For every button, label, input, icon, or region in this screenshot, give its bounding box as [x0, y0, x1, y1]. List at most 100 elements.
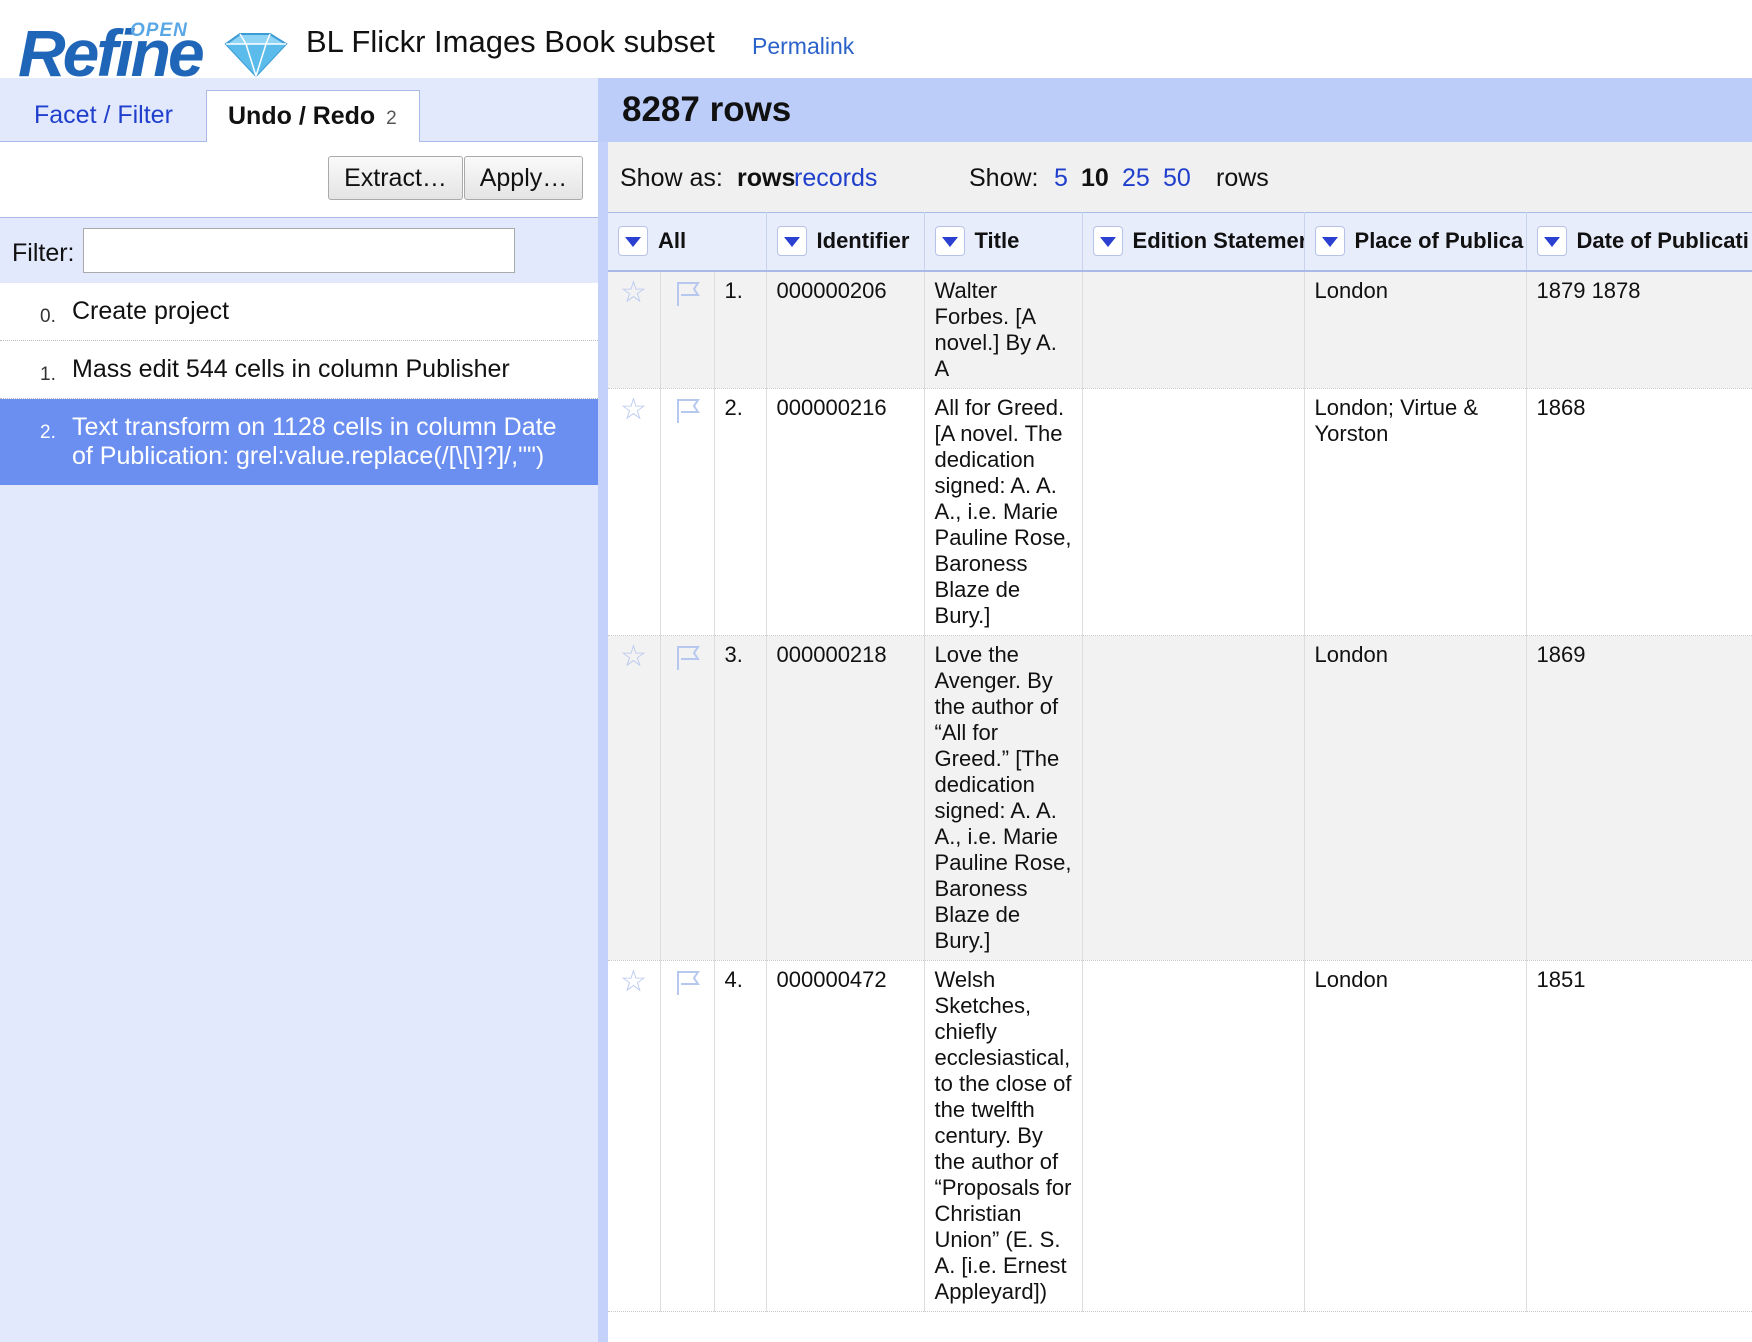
history-entry-text: Text transform on 1128 cells in column D…	[72, 413, 557, 470]
history-entry-number: 0.	[40, 306, 56, 327]
cell-identifier[interactable]: 000000216	[766, 388, 925, 636]
flag-icon[interactable]	[673, 278, 703, 308]
cell-identifier[interactable]: 000000206	[766, 270, 925, 389]
show-as-label: Show as:	[620, 164, 723, 192]
dropdown-arrow-icon[interactable]	[1092, 226, 1123, 257]
cell-date-of-publication[interactable]: 1869	[1526, 635, 1752, 961]
cell-title[interactable]: Love the Avenger. By the author of “All …	[924, 635, 1083, 961]
star-cell: ☆	[608, 270, 661, 389]
cell-edition-statement[interactable]	[1082, 388, 1305, 636]
show-label: Show:	[969, 164, 1039, 192]
flag-icon[interactable]	[673, 395, 703, 425]
flag-icon[interactable]	[673, 642, 703, 672]
cell-date-of-publication[interactable]: 1868	[1526, 388, 1752, 636]
flag-cell	[660, 270, 715, 389]
data-table: All Identifier Title Edition Statemer Pl…	[608, 212, 1752, 1312]
dropdown-arrow-icon[interactable]	[934, 226, 965, 257]
row-number: 2.	[714, 388, 767, 636]
flag-icon[interactable]	[673, 967, 703, 997]
project-title[interactable]: BL Flickr Images Book subset	[306, 24, 715, 60]
openrefine-logo[interactable]: Refine OPEN	[18, 6, 288, 86]
column-header-label: Place of Publica	[1354, 228, 1524, 254]
undo-redo-actions: Extract… Apply…	[0, 142, 598, 218]
cell-title[interactable]: Walter Forbes. [A novel.] By A. A	[924, 270, 1083, 389]
history-entry-1[interactable]: 1. Mass edit 544 cells in column Publish…	[0, 341, 598, 399]
dropdown-arrow-icon[interactable]	[618, 226, 648, 257]
cell-place-of-publication[interactable]: London; Virtue & Yorston	[1304, 388, 1527, 636]
dropdown-arrow-icon[interactable]	[776, 226, 807, 257]
logo-open-text: OPEN	[130, 20, 188, 41]
cell-place-of-publication[interactable]: London	[1304, 635, 1527, 961]
star-icon[interactable]: ☆	[620, 276, 647, 309]
undo-count-badge: 2	[386, 108, 397, 129]
column-header-label: Date of Publicati	[1576, 228, 1749, 254]
page-size-25[interactable]: 25	[1122, 164, 1150, 193]
cell-title[interactable]: Welsh Sketches, chiefly ecclesiastical, …	[924, 960, 1083, 1312]
cell-edition-statement[interactable]	[1082, 270, 1305, 389]
row-number: 3.	[714, 635, 767, 961]
star-cell: ☆	[608, 960, 661, 1312]
page-size-10[interactable]: 10	[1081, 164, 1109, 193]
row-number: 1.	[714, 270, 767, 389]
header: Refine OPEN BL Flickr Images Book subset…	[0, 0, 1752, 86]
records-mode-link[interactable]: records	[794, 164, 877, 193]
history-entry-text: Mass edit 544 cells in column Publisher	[72, 355, 510, 383]
page-size-50[interactable]: 50	[1163, 164, 1191, 193]
star-icon[interactable]: ☆	[620, 640, 647, 673]
column-header-row: All Identifier Title Edition Statemer Pl…	[608, 212, 1752, 272]
permalink-link[interactable]: Permalink	[752, 33, 854, 60]
openrefine-app: Refine OPEN BL Flickr Images Book subset…	[0, 0, 1752, 1342]
cell-identifier[interactable]: 000000218	[766, 635, 925, 961]
diamond-icon	[224, 33, 288, 78]
column-header-label: Title	[974, 228, 1020, 254]
tab-facet-filter[interactable]: Facet / Filter	[34, 90, 173, 143]
view-options-bar: Show as: rows records Show: 5 10 25 50 r…	[608, 142, 1752, 212]
star-cell: ☆	[608, 635, 661, 961]
history-list: 0. Create project 1. Mass edit 544 cells…	[0, 283, 598, 485]
cell-date-of-publication[interactable]: 1851	[1526, 960, 1752, 1312]
history-filter: Filter:	[0, 218, 598, 286]
history-entry-number: 2.	[40, 422, 56, 443]
star-icon[interactable]: ☆	[620, 965, 647, 998]
tab-undo-redo[interactable]: Undo / Redo 2	[206, 90, 420, 143]
undo-redo-toolbar: Extract… Apply… Filter:	[0, 142, 598, 292]
cell-place-of-publication[interactable]: London	[1304, 270, 1527, 389]
data-panel: 8287 rows Show as: rows records Show: 5 …	[598, 78, 1752, 1342]
cell-title[interactable]: All for Greed. [A novel. The dedication …	[924, 388, 1083, 636]
star-icon[interactable]: ☆	[620, 393, 647, 426]
column-header-label: Edition Statemer	[1132, 228, 1305, 254]
cell-edition-statement[interactable]	[1082, 960, 1305, 1312]
table-row: ☆ 1. 000000206 Walter Forbes. [A novel.]…	[608, 270, 1752, 389]
flag-cell	[660, 388, 715, 636]
history-filter-input[interactable]	[83, 228, 515, 273]
page-size-5[interactable]: 5	[1054, 164, 1068, 193]
table-row: ☆ 4. 000000472 Welsh Sketches, chiefly e…	[608, 960, 1752, 1312]
cell-place-of-publication[interactable]: London	[1304, 960, 1527, 1312]
tab-facet-filter-label: Facet / Filter	[34, 101, 173, 129]
history-entry-text: Create project	[72, 297, 230, 325]
filter-label: Filter:	[12, 239, 75, 267]
cell-date-of-publication[interactable]: 1879 1878	[1526, 270, 1752, 389]
cell-edition-statement[interactable]	[1082, 635, 1305, 961]
left-panel-tabs: Facet / Filter Undo / Redo 2	[0, 78, 598, 143]
column-header-date-of-publication: Date of Publicati	[1526, 212, 1752, 272]
dropdown-arrow-icon[interactable]	[1314, 226, 1345, 257]
history-entry-0[interactable]: 0. Create project	[0, 283, 598, 341]
summary-bar: 8287 rows	[598, 78, 1752, 142]
table-row: ☆ 3. 000000218 Love the Avenger. By the …	[608, 635, 1752, 961]
column-header-label: Identifier	[816, 228, 910, 254]
dropdown-arrow-icon[interactable]	[1536, 226, 1567, 257]
tab-undo-redo-label: Undo / Redo	[228, 102, 376, 130]
history-entry-2-current[interactable]: 2. Text transform on 1128 cells in colum…	[0, 399, 598, 485]
flag-cell	[660, 635, 715, 961]
rows-mode-link[interactable]: rows	[737, 164, 795, 193]
flag-cell	[660, 960, 715, 1312]
extract-button[interactable]: Extract…	[328, 156, 463, 200]
panel-divider[interactable]	[598, 78, 608, 1342]
table-row: ☆ 2. 000000216 All for Greed. [A novel. …	[608, 388, 1752, 636]
data-table-container[interactable]: All Identifier Title Edition Statemer Pl…	[608, 212, 1752, 1342]
column-header-all: All	[608, 212, 767, 272]
star-cell: ☆	[608, 388, 661, 636]
cell-identifier[interactable]: 000000472	[766, 960, 925, 1312]
apply-button[interactable]: Apply…	[464, 156, 583, 200]
